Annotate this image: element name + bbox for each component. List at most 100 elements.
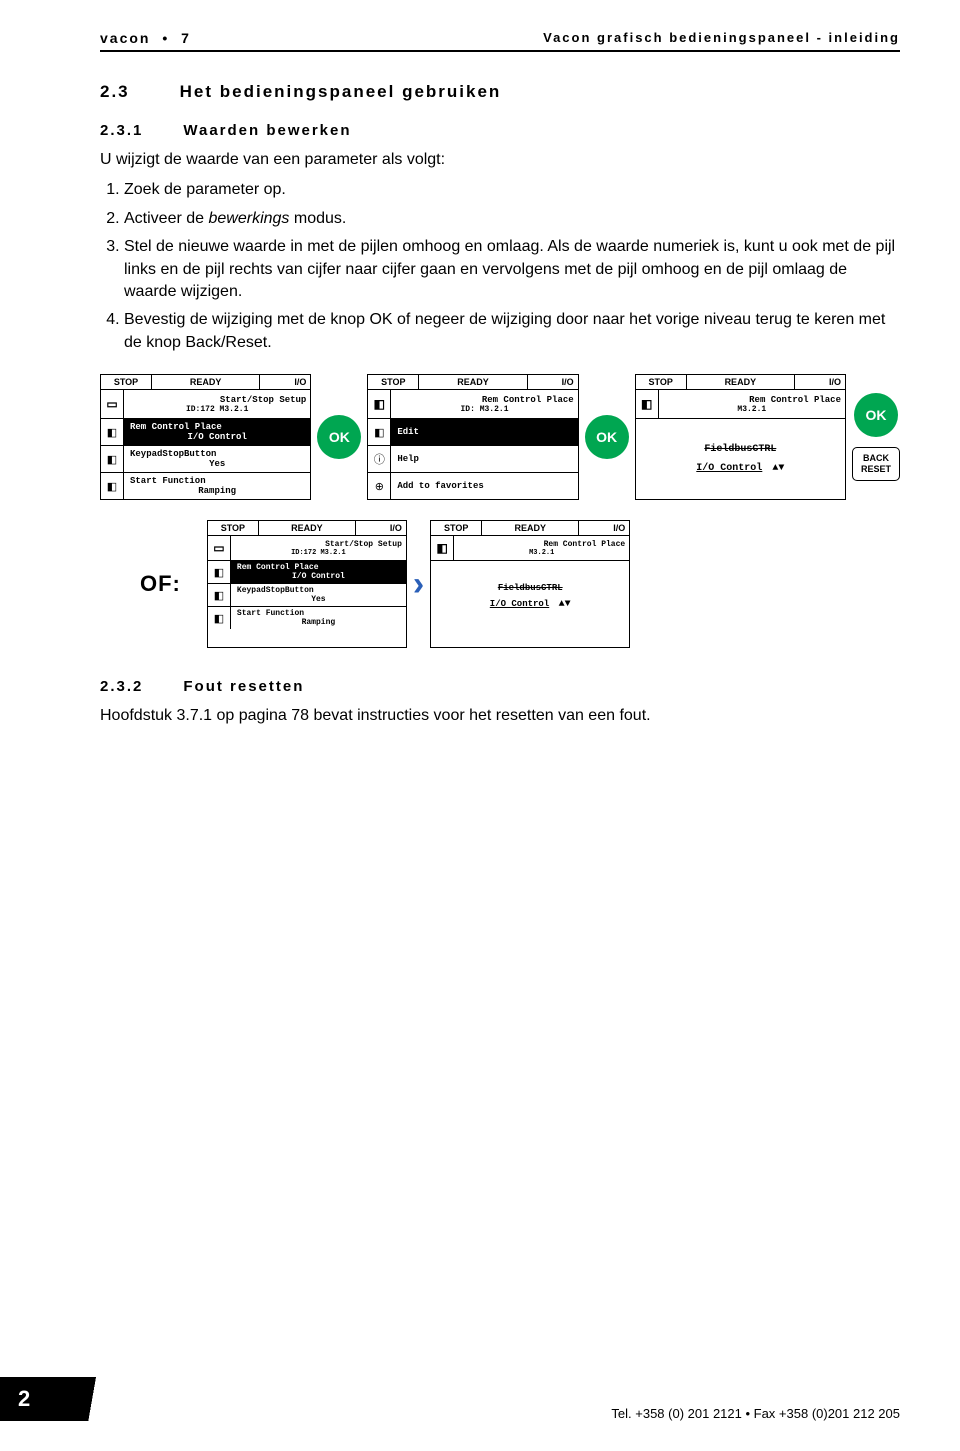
edit-option-prev: FieldbusCTRL [704,444,776,455]
updown-icon: ▲▼ [559,599,571,610]
status-ready: READY [419,375,527,389]
of-label: OF: [140,571,181,597]
param-icon: ◧ [636,390,659,418]
status-ready: READY [482,521,579,535]
intro-text: U wijzigt de waarde van een parameter al… [100,149,900,171]
row3-value: Ramping [237,618,400,627]
flow-row-2: OF: STOP READY I/O ▭ Start/Stop Setup ID… [140,520,900,648]
panel-sub: M3.2.1 [663,405,841,414]
row3-value: Ramping [130,486,304,496]
panel-title: Start/Stop Setup [235,540,402,549]
back-label: BACK [853,453,899,464]
section-number: 2.3 [100,82,130,102]
display-panel-start-stop-small: STOP READY I/O ▭ Start/Stop Setup ID:172… [207,520,407,648]
row3-label: Start Function [130,476,304,486]
status-stop: STOP [101,375,152,389]
row2-value: Yes [237,595,400,604]
param-icon: ◧ [208,561,231,583]
menu-edit: Edit [397,427,571,437]
status-io: I/O [795,375,845,389]
edit-option-selected: I/O Control [696,463,762,474]
ok-button[interactable]: OK [585,415,629,459]
panel-sub: ID:172 M3.2.1 [235,549,402,557]
header-left: vacon • 7 [100,30,191,46]
step-3: Stel de nieuwe waarde in met de pijlen o… [124,236,900,303]
page-number: 2 [18,1386,30,1412]
status-stop: STOP [636,375,687,389]
edit-option-prev: FieldbusCTRL [498,583,563,593]
favorite-icon: ⊕ [368,473,391,499]
param-icon: ◧ [208,607,231,629]
header-right: Vacon grafisch bedieningspaneel - inleid… [543,30,900,46]
back-reset-button[interactable]: BACK RESET [852,447,900,481]
row1-label: Rem Control Place [130,422,304,432]
status-stop: STOP [431,521,482,535]
brand: vacon [100,30,150,46]
subsection-number: 2.3.1 [100,122,143,139]
folder-icon: ▭ [101,390,124,418]
folder-icon: ▭ [208,536,231,560]
status-io: I/O [356,521,406,535]
panel-sub: M3.2.1 [458,549,625,557]
footer-contact: Tel. +358 (0) 201 2121 • Fax +358 (0)201… [611,1406,900,1421]
step-1: Zoek de parameter op. [124,179,900,201]
bullet-icon: • [162,30,169,46]
param-icon: ◧ [208,584,231,606]
row2-value: Yes [130,459,304,469]
edit-icon: ◧ [368,419,391,445]
edit-option-selected: I/O Control [490,599,549,609]
subsection-number: 2.3.2 [100,678,143,695]
reset-label: RESET [853,464,899,475]
page-num-top: 7 [181,30,191,46]
sec232-text: Hoofdstuk 3.7.1 op pagina 78 bevat instr… [100,705,900,727]
subsection-title: Waarden bewerken [183,122,351,139]
param-icon: ◧ [101,446,124,472]
menu-help: Help [397,454,571,464]
row1-value: I/O Control [130,432,304,442]
display-panel-menu: STOP READY I/O ◧ Rem Control Place ID: M… [367,374,578,500]
panel-title: Rem Control Place [458,540,625,549]
param-icon: ◧ [101,473,124,499]
status-stop: STOP [208,521,259,535]
param-icon: ◧ [368,390,391,418]
panel-title: Rem Control Place [663,395,841,405]
section-title: Het bedieningspaneel gebruiken [180,82,502,102]
steps-list: Zoek de parameter op. Activeer de bewerk… [100,179,900,354]
status-ready: READY [152,375,260,389]
status-io: I/O [528,375,578,389]
panel-title: Rem Control Place [395,395,573,405]
display-panel-start-stop: STOP READY I/O ▭ Start/Stop Setup ID:172… [100,374,311,500]
status-ready: READY [687,375,795,389]
param-icon: ◧ [431,536,454,560]
step-4: Bevestig de wijziging met de knop OK of … [124,309,900,354]
status-io: I/O [260,375,310,389]
display-panel-edit: STOP READY I/O ◧ Rem Control Place M3.2.… [635,374,846,500]
step-2: Activeer de bewerkings modus. [124,208,900,230]
subsection-title: Fout resetten [183,678,304,695]
info-icon: ⓘ [368,446,391,472]
row2-label: KeypadStopButton [130,449,304,459]
ok-button[interactable]: OK [854,393,898,437]
panel-title: Start/Stop Setup [128,395,306,405]
updown-icon: ▲▼ [772,463,784,474]
section-2-3-heading: 2.3 Het bedieningspaneel gebruiken [100,82,900,102]
panel-sub: ID:172 M3.2.1 [128,405,306,414]
page-number-badge: 2 [0,1377,140,1421]
arrow-right-icon: › [413,565,424,604]
row2-label: KeypadStopButton [237,586,400,595]
page-footer: 2 Tel. +358 (0) 201 2121 • Fax +358 (0)2… [0,1377,900,1421]
ok-button[interactable]: OK [317,415,361,459]
page-header: vacon • 7 Vacon grafisch bedieningspanee… [100,30,900,52]
section-2-3-2-heading: 2.3.2 Fout resetten [100,678,900,695]
flow-row-1: STOP READY I/O ▭ Start/Stop Setup ID:172… [100,374,900,500]
param-icon: ◧ [101,419,124,445]
row1-label: Rem Control Place [237,563,400,572]
status-io: I/O [579,521,629,535]
row3-label: Start Function [237,609,400,618]
section-2-3-1-heading: 2.3.1 Waarden bewerken [100,122,900,139]
status-ready: READY [259,521,356,535]
row1-value: I/O Control [237,572,400,581]
display-panel-edit-small: STOP READY I/O ◧ Rem Control Place M3.2.… [430,520,630,648]
status-stop: STOP [368,375,419,389]
menu-fav: Add to favorites [397,481,571,491]
